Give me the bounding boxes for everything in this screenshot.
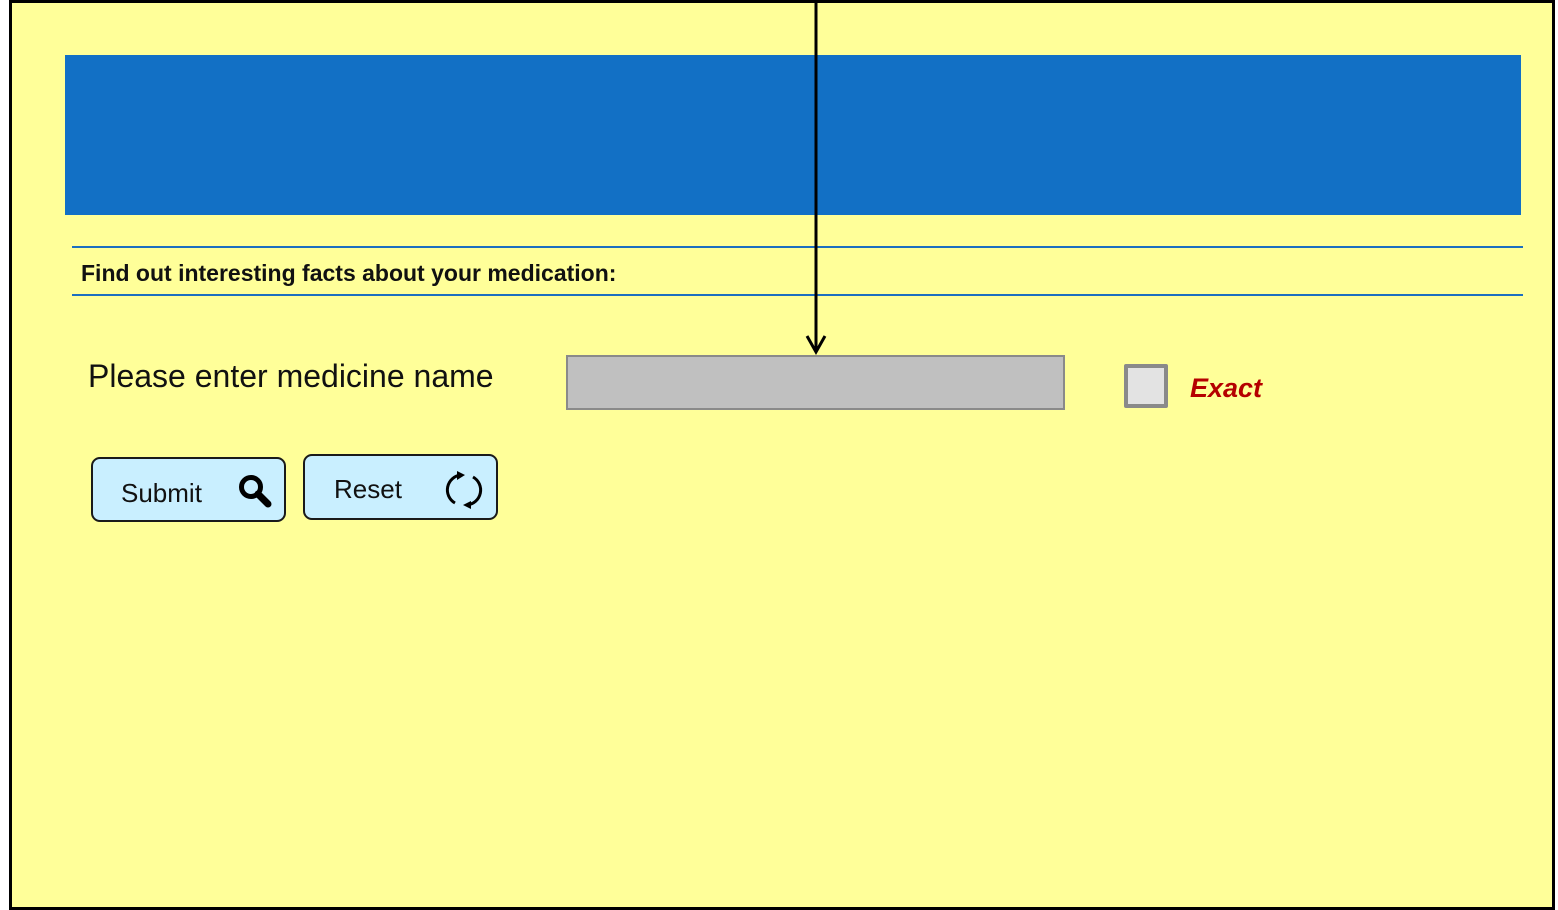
- header-banner: [65, 55, 1521, 215]
- search-icon: [239, 475, 272, 508]
- medicine-name-input[interactable]: [566, 355, 1065, 410]
- medicine-name-label: Please enter medicine name: [88, 358, 494, 394]
- pointer-arrow: [805, 0, 827, 356]
- exact-match-label: Exact: [1190, 373, 1263, 403]
- exact-match-checkbox[interactable]: [1124, 364, 1168, 408]
- reset-button[interactable]: Reset: [303, 454, 498, 520]
- search-section-heading: Find out interesting facts about your me…: [81, 260, 617, 286]
- divider-top: [72, 246, 1523, 248]
- submit-button-label: Submit: [121, 478, 202, 508]
- divider-bottom: [72, 294, 1523, 296]
- reset-button-label: Reset: [334, 474, 402, 504]
- submit-button[interactable]: Submit: [91, 457, 286, 522]
- refresh-icon: [445, 471, 483, 509]
